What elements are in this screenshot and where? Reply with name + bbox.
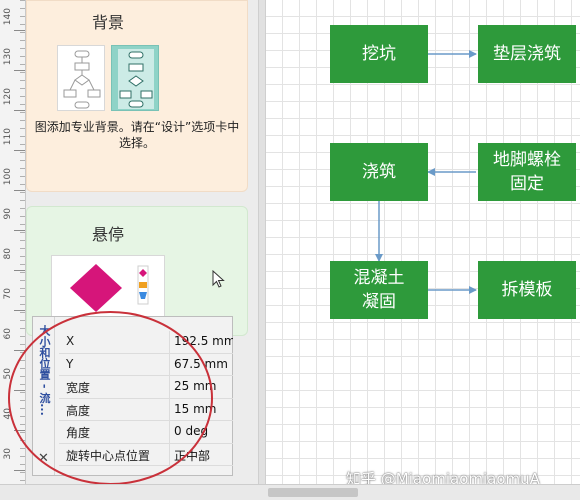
drawing-canvas[interactable]: 挖坑 垫层浇筑 浇筑 地脚螺栓固定 混凝土凝固 拆模板 <box>266 0 580 484</box>
ruler-label: 50 <box>3 368 13 380</box>
vertical-ruler: 140 130 120 110 100 90 80 70 60 50 40 30 <box>0 0 26 500</box>
property-value-field[interactable]: 25 mm <box>169 376 233 398</box>
property-label: 高度 <box>66 403 91 418</box>
ruler-major-tick <box>14 150 25 151</box>
mini-flowchart-icon <box>63 50 101 109</box>
ruler-label: 140 <box>3 8 13 26</box>
process-node-cushion-pour[interactable]: 垫层浇筑 <box>478 25 576 83</box>
pane-splitter[interactable] <box>258 0 266 500</box>
mini-flowchart-icon <box>118 49 154 109</box>
ruler-label: 30 <box>3 448 13 460</box>
property-value-field[interactable]: 正中部 <box>169 443 233 466</box>
property-value-field[interactable]: 0 deg <box>169 421 233 443</box>
ruler-major-tick <box>14 350 25 351</box>
ruler-major-tick <box>14 390 25 391</box>
property-value-field[interactable]: 67.5 mm <box>169 353 233 376</box>
ruler-major-tick <box>14 30 25 31</box>
ruler-label: 130 <box>3 48 13 66</box>
process-node-anchor-bolt[interactable]: 地脚螺栓固定 <box>478 143 576 201</box>
ruler-major-tick <box>14 110 25 111</box>
ruler-major-tick <box>14 190 25 191</box>
teal-background-thumbnail <box>111 45 159 111</box>
horizontal-scrollbar-thumb[interactable] <box>268 488 358 497</box>
property-label: 旋转中心点位置 <box>66 448 151 463</box>
ruler-label: 70 <box>3 288 13 300</box>
hover-tip-title: 悬停 <box>91 225 124 244</box>
ruler-major-tick <box>14 70 25 71</box>
ruler-major-tick <box>14 470 25 471</box>
property-row-x: X 192.5 mm <box>59 331 233 354</box>
ruler-label: 120 <box>3 88 13 106</box>
property-value-field[interactable]: 15 mm <box>169 398 233 421</box>
background-tip-title: 背景 <box>91 13 124 32</box>
size-position-title: 大小和位置 - 流... <box>38 325 51 416</box>
ruler-label: 110 <box>3 128 13 146</box>
size-position-properties: X 192.5 mm Y 67.5 mm 宽度 25 mm 高度 15 mm 角… <box>59 331 233 466</box>
process-node-dig[interactable]: 挖坑 <box>330 25 428 83</box>
ruler-major-tick <box>14 230 25 231</box>
process-node-concrete-cure[interactable]: 混凝土凝固 <box>330 261 428 319</box>
ruler-label: 90 <box>3 208 13 220</box>
ruler-label: 60 <box>3 328 13 340</box>
property-row-width: 宽度 25 mm <box>59 376 233 399</box>
horizontal-scrollbar-area <box>0 484 580 500</box>
mouse-pointer-icon <box>212 270 225 288</box>
property-row-height: 高度 15 mm <box>59 398 233 421</box>
background-tip-card: 背景 图添加专业背景。请在“设计”选项卡中选择。 <box>26 0 248 192</box>
size-position-titlebar[interactable]: 大小和位置 - 流... ✕ <box>33 317 55 475</box>
property-row-angle: 角度 0 deg <box>59 421 233 444</box>
property-row-pin-pos: 旋转中心点位置 正中部 <box>59 443 233 466</box>
property-label: Y <box>66 356 74 371</box>
property-label: 角度 <box>66 426 91 440</box>
property-label: X <box>66 334 75 348</box>
property-row-y: Y 67.5 mm <box>59 353 233 376</box>
process-node-remove-formwork[interactable]: 拆模板 <box>478 261 576 319</box>
property-label: 宽度 <box>66 381 91 395</box>
ruler-label: 40 <box>3 408 13 420</box>
close-icon[interactable]: ✕ <box>38 451 49 466</box>
size-position-window[interactable]: 大小和位置 - 流... ✕ X 192.5 mm Y 67.5 mm 宽度 2… <box>32 316 233 476</box>
plain-background-thumbnail <box>57 45 105 111</box>
ruler-label: 100 <box>3 168 13 186</box>
process-node-pour[interactable]: 浇筑 <box>330 143 428 201</box>
background-tip-description: 图添加专业背景。请在“设计”选项卡中选择。 <box>34 120 240 150</box>
ruler-major-tick <box>14 310 25 311</box>
ruler-major-tick <box>14 270 25 271</box>
property-value-field[interactable]: 192.5 mm <box>169 331 233 353</box>
ruler-label: 80 <box>3 248 13 260</box>
ruler-major-tick <box>14 430 25 431</box>
